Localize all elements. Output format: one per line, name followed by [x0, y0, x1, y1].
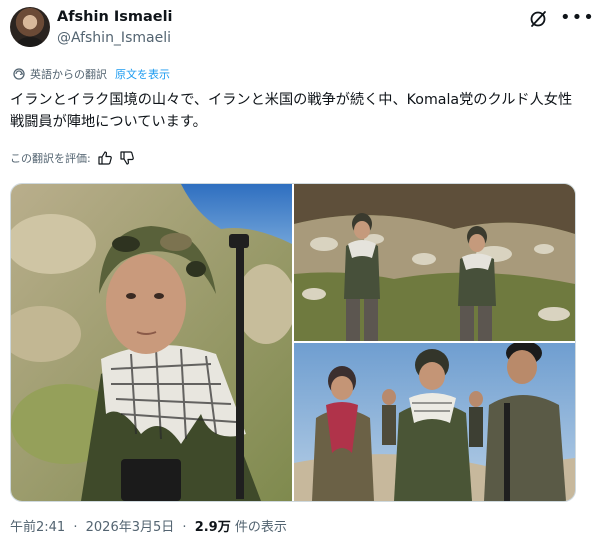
author-name[interactable]: Afshin Ismaeli — [57, 9, 173, 25]
rate-translation: この翻訳を評価: — [10, 149, 135, 167]
meta-separator-2: · — [182, 520, 187, 535]
post-date[interactable]: 2026年3月5日 — [86, 520, 175, 535]
photo-group[interactable] — [294, 343, 575, 501]
views-label: 件の表示 — [234, 520, 287, 535]
views-count: 2.9万 — [194, 520, 231, 535]
translation-line: 英語からの翻訳 原文を表示 — [12, 66, 170, 82]
meta-separator: · — [73, 520, 78, 535]
post: Afshin Ismaeli @Afshin_Ismaeli ••• 英語からの… — [0, 0, 592, 542]
thumbs-down-icon[interactable] — [119, 150, 135, 166]
avatar[interactable] — [10, 7, 50, 47]
photo-portrait[interactable] — [11, 184, 292, 501]
photo-walking[interactable] — [294, 184, 575, 341]
author-handle[interactable]: @Afshin_Ismaeli — [57, 30, 171, 46]
post-time[interactable]: 午前2:41 — [10, 520, 65, 535]
thumbs-up-icon[interactable] — [97, 150, 113, 166]
show-original-link[interactable]: 原文を表示 — [115, 66, 170, 82]
translation-label: 英語からの翻訳 — [30, 68, 107, 81]
post-meta: 午前2:41 · 2026年3月5日 · 2.9万 件の表示 — [10, 516, 287, 535]
grok-icon[interactable] — [528, 9, 548, 29]
translate-icon — [13, 68, 25, 80]
media-grid — [10, 183, 576, 502]
avatar-shoulders — [16, 37, 44, 47]
post-text: イランとイラク国境の山々で、イランと米国の戦争が続く中、Komala党のクルド人… — [10, 92, 573, 130]
rate-prompt: この翻訳を評価: — [10, 152, 91, 165]
more-icon[interactable]: ••• — [560, 9, 592, 27]
